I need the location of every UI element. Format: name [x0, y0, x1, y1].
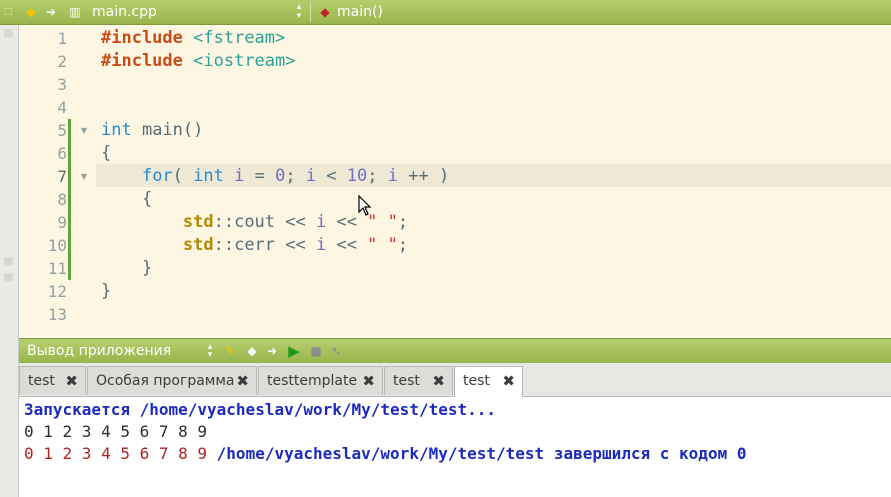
code-line: } [101, 281, 112, 301]
tab-testtemplate[interactable]: testtemplate ✖ [258, 366, 383, 395]
close-icon[interactable]: ✖ [362, 372, 375, 390]
line-number: 9 [57, 213, 67, 232]
mouse-pointer-icon [358, 195, 372, 216]
output-line-starting: Запускается /home/vyacheslav/work/My/tes… [24, 400, 497, 419]
output-line-stdout: 0 1 2 3 4 5 6 7 8 9 [24, 422, 208, 441]
close-icon[interactable]: ✖ [236, 372, 249, 390]
tab-label: test [28, 373, 55, 389]
line-number: 11 [47, 259, 67, 278]
tab-special-program[interactable]: Особая программа ✖ [87, 366, 257, 395]
line-number: 3 [57, 75, 67, 94]
tab-test-active[interactable]: test ✖ [454, 366, 523, 397]
line-number-current: 7 [57, 167, 67, 186]
code-line: { [101, 143, 112, 163]
file-type-icon: ▥ [69, 5, 81, 19]
tab-label: Особая программа [96, 373, 235, 389]
scroll-handle[interactable] [4, 257, 13, 265]
line-number: 5 [57, 121, 67, 140]
next-icon[interactable]: ➜ [265, 343, 279, 359]
document-list-icon[interactable]: ⬚ [2, 3, 14, 21]
output-finished: /home/vyacheslav/work/My/test/test завер… [207, 444, 747, 463]
previous-icon[interactable]: ◆ [245, 343, 259, 359]
output-panel-header: Вывод приложения ▴ ▾ ✎ ◆ ➜ ▶ ■ ➷ [19, 338, 891, 363]
file-selector[interactable]: main.cpp [92, 3, 157, 21]
code-line: std::cerr << i << " "; [182, 235, 409, 255]
clear-output-icon[interactable]: ✎ [223, 343, 237, 359]
fold-arrow-icon[interactable]: ▼ [79, 126, 89, 136]
output-panel-selector[interactable]: Вывод приложения [27, 342, 171, 360]
close-icon[interactable]: ✖ [65, 372, 78, 390]
line-number: 2 [57, 52, 67, 71]
file-selector-arrows-icon[interactable]: ▴ ▾ [294, 3, 304, 21]
back-arrow-icon[interactable]: ◆ [24, 3, 38, 21]
code-line-current: for( int i = 0; i < 10; i ++ ) [141, 166, 450, 186]
run-icon[interactable]: ▶ [287, 343, 301, 359]
tab-test-2[interactable]: test ✖ [384, 366, 453, 395]
close-icon[interactable]: ✖ [502, 372, 515, 390]
output-tab-bar: test ✖ Особая программа ✖ testtemplate ✖… [19, 363, 891, 397]
line-number: 6 [57, 144, 67, 163]
toolbar-separator [310, 2, 311, 22]
editor-toolbar: ⬚ ◆ ➜ ▥ main.cpp ▴ ▾ ◆ main() [0, 0, 891, 25]
left-scrollbar[interactable] [0, 25, 19, 497]
line-number: 4 [57, 98, 67, 117]
output-line-stderr-finish: 0 1 2 3 4 5 6 7 8 9 /home/vyacheslav/wor… [24, 443, 746, 465]
code-line: { [141, 189, 153, 209]
code-line: #include <fstream> [101, 28, 286, 48]
close-icon[interactable]: ✖ [432, 372, 445, 390]
code-line: #include <iostream> [101, 51, 296, 71]
tab-label: test [393, 373, 420, 389]
scroll-up-icon[interactable] [4, 29, 13, 37]
fold-arrow-icon[interactable]: ▼ [79, 172, 89, 182]
tab-test-1[interactable]: test ✖ [19, 366, 86, 395]
line-number: 12 [47, 282, 67, 301]
panel-selector-arrows-icon[interactable]: ▴ ▾ [203, 343, 217, 360]
line-number: 13 [47, 305, 67, 324]
function-icon: ◆ [320, 5, 330, 19]
code-line: } [141, 258, 153, 278]
output-stderr: 0 1 2 3 4 5 6 7 8 9 [24, 444, 208, 463]
function-selector[interactable]: main() [337, 3, 383, 21]
scroll-handle-bottom[interactable] [4, 273, 13, 281]
forward-arrow-icon[interactable]: ➜ [44, 3, 58, 21]
tab-label: testtemplate [267, 373, 358, 389]
line-number: 1 [57, 29, 67, 48]
attach-icon[interactable]: ➷ [329, 343, 343, 359]
line-number: 8 [57, 190, 67, 209]
stop-icon[interactable]: ■ [309, 343, 323, 359]
code-line: int main() [101, 120, 204, 140]
modified-lines-marker [68, 119, 71, 280]
tab-label: test [463, 373, 490, 389]
line-number: 10 [47, 236, 67, 255]
